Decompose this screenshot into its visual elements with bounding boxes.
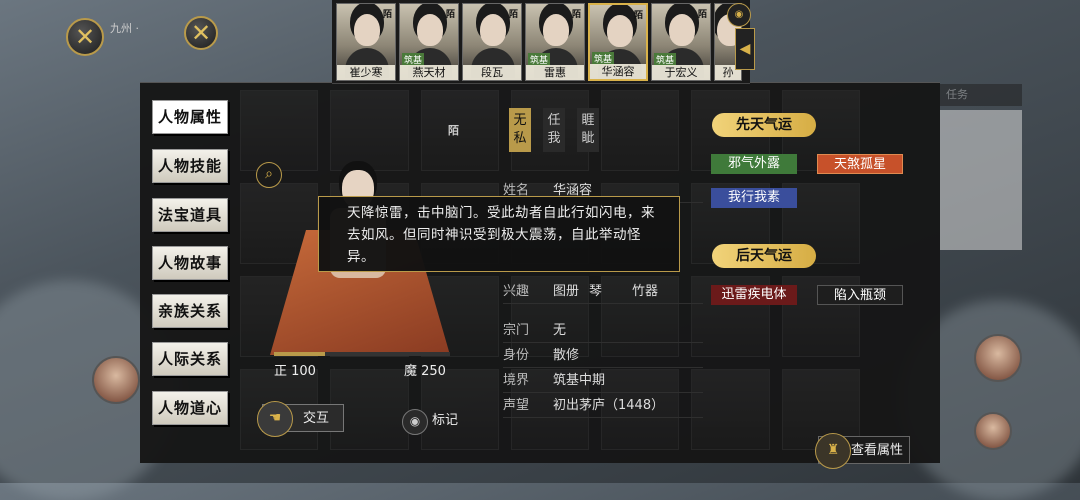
quest-panel: 任务 — [940, 84, 1022, 250]
info-sect-row: 宗门 无 — [503, 320, 703, 343]
character-portrait-strip[interactable]: 陌崔少寒 陌筑基 燕天材 陌段瓦 陌筑基 雷惠 陌筑基 华涵容 陌筑基 于宏义 孙 — [332, 0, 750, 84]
info-value: 无 — [553, 323, 567, 338]
portrait-name: 于宏义 — [652, 65, 710, 80]
hobby-item: 竹器 — [632, 284, 659, 299]
portrait-name: 段瓦 — [463, 65, 521, 80]
trait-tag[interactable]: 睚眦 — [577, 108, 599, 152]
portrait-face — [417, 14, 443, 46]
portrait-stamp: 陌 — [445, 10, 455, 20]
view-attributes-label: 查看属性 — [851, 443, 904, 458]
portrait-name: 燕天材 — [400, 65, 458, 80]
luck-description-tooltip: 天降惊雷，击中脑门。受此劫者自此行如闪电，来去如风。但同时神识受到极大震荡，自此… — [318, 196, 680, 272]
morality-bar-fill — [274, 352, 326, 356]
info-key: 境界 — [503, 373, 530, 388]
portrait-stamp: 陌 — [633, 11, 643, 21]
portrait-name: 华涵容 — [590, 64, 646, 79]
close-button[interactable]: ✕ — [66, 18, 104, 56]
info-hobby-row: 兴趣 图册琴 竹器 — [503, 281, 703, 304]
morality-bar — [274, 352, 450, 356]
hobby-item: 琴 — [589, 284, 603, 299]
quest-panel-header: 任务 — [940, 84, 1022, 106]
trait-tag[interactable]: 任我 — [543, 108, 565, 152]
portrait-name: 雷惠 — [526, 65, 584, 80]
portrait-face — [607, 15, 633, 47]
righteous-value: 正 100 — [274, 364, 316, 379]
info-value: 筑基中期 — [553, 373, 606, 388]
interact-label: 交互 — [303, 411, 330, 426]
interact-button[interactable]: ☚ 交互 — [257, 401, 344, 437]
portrait-card[interactable]: 陌筑基 于宏义 — [651, 3, 711, 81]
tab-character-story[interactable]: 人物故事 — [152, 246, 228, 280]
portrait-card[interactable]: 陌段瓦 — [462, 3, 522, 81]
portrait-card[interactable]: 陌筑基 燕天材 — [399, 3, 459, 81]
mark-label: 标记 — [432, 413, 459, 428]
npc-avatar[interactable] — [92, 356, 140, 404]
eye-icon: ◉ — [402, 409, 428, 435]
info-key: 兴趣 — [503, 284, 530, 299]
portrait-stamp: 陌 — [571, 10, 581, 20]
portrait-name: 崔少寒 — [337, 65, 395, 80]
portrait-face — [543, 14, 569, 46]
demonic-value: 魔 250 — [404, 364, 446, 379]
acquired-luck-tag[interactable]: 迅雷疾电体 — [711, 285, 797, 305]
info-realm-row: 境界 筑基中期 — [503, 370, 703, 393]
info-key: 身份 — [503, 348, 530, 363]
innate-luck-tag[interactable]: 我行我素 — [711, 188, 797, 208]
innate-luck-title: 先天气运 — [712, 113, 816, 137]
acquired-luck-title: 后天气运 — [712, 244, 816, 268]
trait-tag[interactable]: 无私 — [509, 108, 531, 152]
stranger-seal: 陌 — [448, 124, 459, 137]
portrait-card[interactable]: 陌崔少寒 — [336, 3, 396, 81]
npc-avatar[interactable] — [974, 334, 1022, 382]
info-status-row: 身份 散修 — [503, 345, 703, 368]
info-value: 初出茅庐（1448） — [553, 398, 665, 413]
portrait-face — [669, 14, 695, 46]
portrait-card-selected[interactable]: 陌筑基 华涵容 — [588, 3, 648, 81]
info-value: 散修 — [553, 348, 580, 363]
innate-luck-tag[interactable]: 邪气外露 — [711, 154, 797, 174]
scroll-left-arrow-icon[interactable]: ◀ — [735, 28, 755, 70]
tab-social-relations[interactable]: 人际关系 — [152, 342, 228, 376]
view-attributes-button[interactable]: ♜ 查看属性 — [815, 433, 910, 469]
tab-treasure-items[interactable]: 法宝道具 — [152, 198, 228, 232]
innate-luck-tag[interactable]: 天煞孤星 — [817, 154, 903, 174]
portrait-face — [480, 14, 506, 46]
close-button[interactable]: ✕ — [184, 16, 218, 50]
info-fame-row: 声望 初出茅庐（1448） — [503, 395, 703, 418]
tab-family-relations[interactable]: 亲族关系 — [152, 294, 228, 328]
acquired-luck-tag[interactable]: 陷入瓶颈 — [817, 285, 903, 305]
portrait-stamp: 陌 — [697, 10, 707, 20]
info-key: 声望 — [503, 398, 530, 413]
tab-dao-heart[interactable]: 人物道心 — [152, 391, 228, 425]
hobby-item: 图册 — [553, 284, 580, 299]
coins-icon[interactable]: ◉ — [727, 3, 751, 27]
npc-avatar[interactable] — [974, 412, 1012, 450]
portrait-stamp: 陌 — [382, 10, 392, 20]
mark-button[interactable]: ◉ 标记 — [402, 408, 472, 435]
tab-character-attributes[interactable]: 人物属性 — [152, 100, 228, 134]
portrait-card[interactable]: 陌筑基 雷惠 — [525, 3, 585, 81]
portrait-stamp: 陌 — [508, 10, 518, 20]
info-key: 宗门 — [503, 323, 530, 338]
hand-icon: ☚ — [257, 401, 293, 437]
portrait-face — [354, 14, 380, 46]
tab-character-skills[interactable]: 人物技能 — [152, 149, 228, 183]
statue-icon: ♜ — [815, 433, 851, 469]
map-location-label: 九州 · — [110, 22, 139, 35]
